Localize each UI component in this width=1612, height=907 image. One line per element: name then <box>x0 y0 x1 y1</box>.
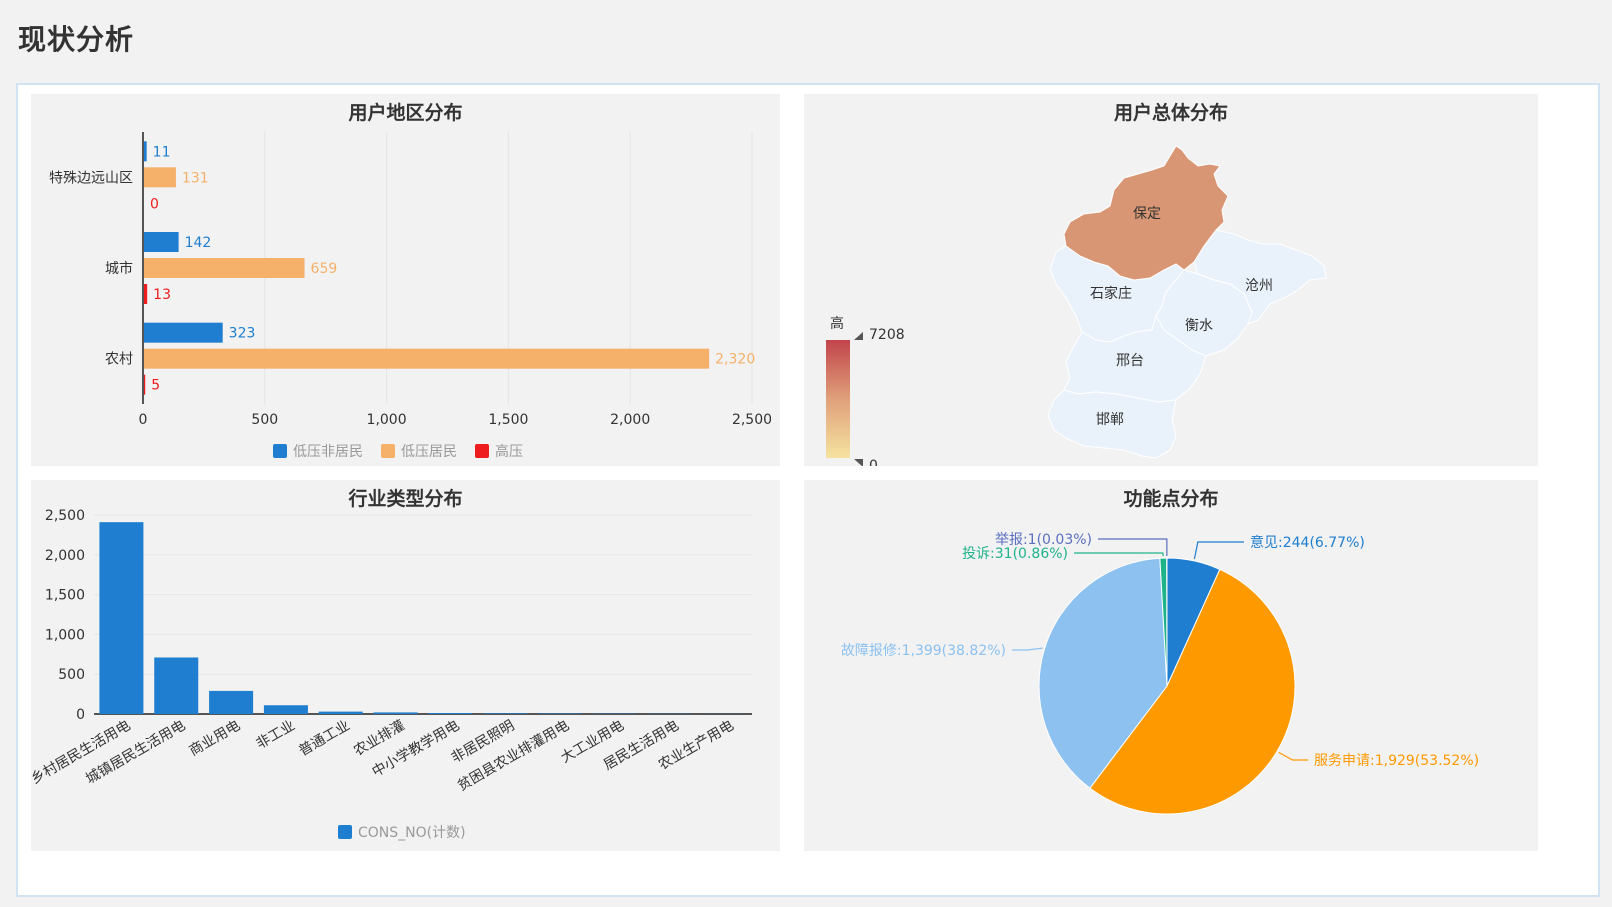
y-tick-label: 500 <box>58 667 85 683</box>
industry-bar[interactable] <box>428 713 473 714</box>
region-chart-panel: 用户地区分布 0 500 1,000 1,500 2,000 2,500 特殊边远山区 11 1… <box>31 94 780 466</box>
y-tick-label: 2,000 <box>45 548 85 564</box>
map-chart-panel: 用户总体分布 高 7208 0 保定 石家庄 沧州 衡水 邢台 邯郸 <box>804 94 1538 466</box>
legend-swatch[interactable] <box>381 444 395 458</box>
bar-低压非居民[interactable] <box>144 141 147 162</box>
pie-slice-label: 故障报修:1,399(38.82%) <box>841 643 1006 659</box>
bar-value-label: 142 <box>185 235 212 251</box>
bar-value-label: 323 <box>229 326 256 342</box>
bar-低压非居民[interactable] <box>144 322 223 343</box>
x-tick-label: 城镇居民生活用电 <box>83 718 188 788</box>
x-tick-label: 2,000 <box>610 412 650 428</box>
map-label-xingtai: 邢台 <box>1116 353 1144 369</box>
legend-swatch[interactable] <box>475 444 489 458</box>
bar-高压[interactable] <box>144 374 146 395</box>
map-label-cangzhou: 沧州 <box>1245 277 1273 294</box>
function-chart-panel: 功能点分布 意见:244(6.77%) 服务申请:1,929(53.52%) 故障报… <box>804 480 1538 851</box>
pie-label-line <box>1278 751 1308 761</box>
category-label: 农村 <box>105 352 133 368</box>
visualmap-max-label: 7208 <box>869 327 905 343</box>
pie-slice-label: 意见:244(6.77%) <box>1250 534 1365 551</box>
x-tick-label: 1,500 <box>488 412 528 428</box>
legend-label[interactable]: 低压居民 <box>401 444 457 460</box>
bar-低压非居民[interactable] <box>144 232 179 252</box>
industry-bar[interactable] <box>99 522 144 714</box>
y-tick-label: 1,000 <box>45 627 85 643</box>
map-label-handan: 邯郸 <box>1096 412 1124 428</box>
y-tick-label: 1,500 <box>45 588 85 604</box>
pie-label-line <box>1193 541 1244 560</box>
bar-value-label: 2,320 <box>715 352 755 368</box>
region-map: 高 7208 0 保定 石家庄 沧州 衡水 邢台 邯郸 <box>826 145 1327 466</box>
x-tick-label: 非工业 <box>254 718 298 753</box>
industry-bar-chart: 05001,0001,5002,0002,500乡村居民生活用电城镇居民生活用电… <box>31 508 752 841</box>
x-tick-label: 普通工业 <box>296 718 352 760</box>
y-tick-label: 2,500 <box>45 508 85 524</box>
pie-slice-label: 举报:1(0.03%) <box>995 532 1092 548</box>
function-pie-chart: 意见:244(6.77%) 服务申请:1,929(53.52%) 故障报修:1,39… <box>841 532 1479 815</box>
region-bar-chart: 0 500 1,000 1,500 2,000 2,500 特殊边远山区 11 131 0 城市 14… <box>49 132 772 460</box>
visualmap-bottom-handle[interactable] <box>854 459 863 466</box>
y-tick-label: 0 <box>76 707 85 723</box>
visualmap-high-label: 高 <box>830 315 844 332</box>
visualmap-top-handle[interactable] <box>854 332 863 340</box>
bar-低压居民[interactable] <box>144 258 305 278</box>
bar-高压[interactable] <box>144 284 148 304</box>
pie-label-line <box>1074 552 1164 557</box>
industry-bar[interactable] <box>263 705 308 714</box>
industry-bar[interactable] <box>318 711 363 714</box>
legend-swatch[interactable] <box>338 825 352 839</box>
visualmap-min-label: 0 <box>869 458 878 466</box>
x-tick-label: 0 <box>139 412 148 428</box>
bar-value-label: 11 <box>153 144 171 160</box>
industry-chart-panel: 行业类型分布 0 500 1,000 1,500 2,000 2,500 乡村居民生活用电城… <box>31 480 780 851</box>
bar-value-label: 13 <box>153 287 171 303</box>
bar-value-label: 131 <box>182 170 209 186</box>
page-title: 现状分析 <box>18 23 135 56</box>
visualmap-gradient-bar[interactable] <box>826 340 850 458</box>
industry-bar[interactable] <box>373 712 418 714</box>
pie-slice-label: 投诉:31(0.86%) <box>962 546 1068 562</box>
bar-value-label: 5 <box>151 378 160 394</box>
industry-bar[interactable] <box>483 713 528 714</box>
legend-label[interactable]: 高压 <box>495 443 523 460</box>
category-label: 特殊边远山区 <box>49 170 133 186</box>
x-tick-label: 2,500 <box>732 412 772 428</box>
category-label: 城市 <box>105 260 133 277</box>
map-label-hengshui: 衡水 <box>1185 318 1213 334</box>
x-tick-label: 商业用电 <box>187 718 243 760</box>
pie-label-line <box>1012 647 1043 651</box>
x-tick-label: 500 <box>251 412 278 428</box>
legend-swatch[interactable] <box>273 444 287 458</box>
x-tick-label: 1,000 <box>367 412 407 428</box>
industry-bar[interactable] <box>154 657 199 714</box>
legend-label[interactable]: 低压非居民 <box>293 444 363 460</box>
bar-value-label: 0 <box>150 196 159 212</box>
legend-label[interactable]: CONS_NO(计数) <box>358 825 466 841</box>
pie-slice-label: 服务申请:1,929(53.52%) <box>1314 753 1479 769</box>
bar-低压居民[interactable] <box>144 167 176 188</box>
bar-value-label: 659 <box>311 261 338 277</box>
bar-低压居民[interactable] <box>144 348 710 369</box>
map-label-shijiazhuang: 石家庄 <box>1090 285 1132 302</box>
map-label-baoding: 保定 <box>1133 206 1161 222</box>
page-header: 现状分析 <box>0 0 1612 74</box>
industry-bar[interactable] <box>209 690 254 714</box>
